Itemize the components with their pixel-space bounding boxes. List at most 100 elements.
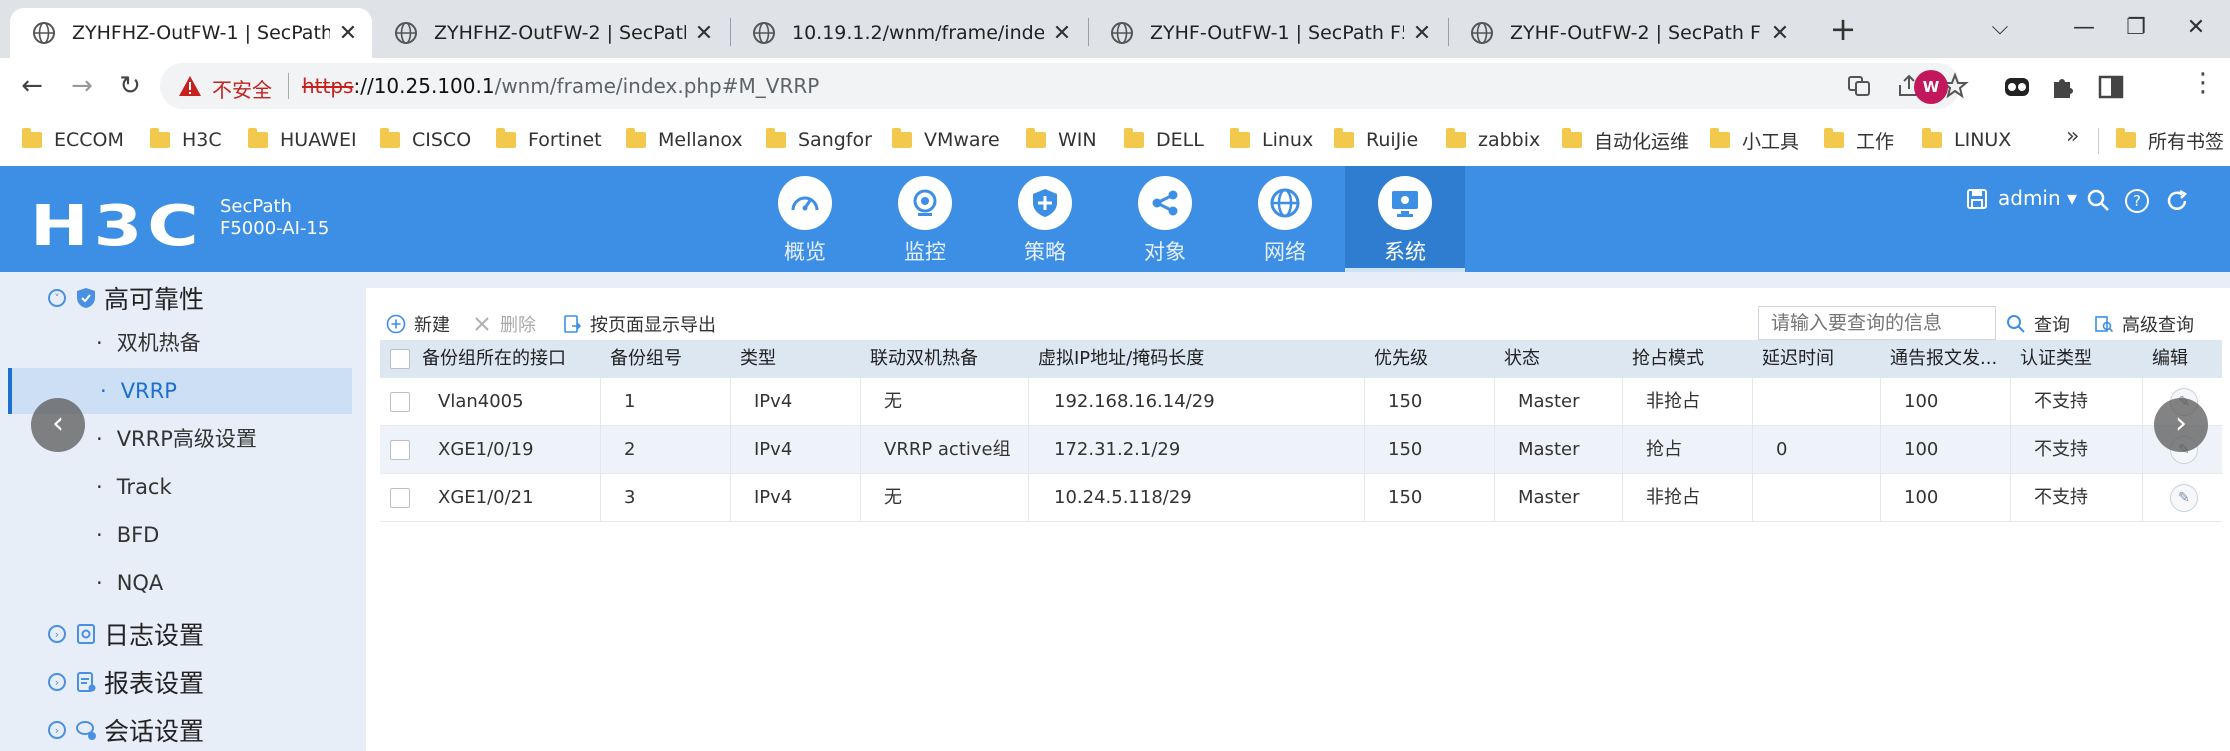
col-header-ha-link[interactable]: 联动双机热备 (870, 340, 978, 378)
search-button[interactable]: 查询 (2006, 310, 2070, 338)
nav-system[interactable]: 系统 (1345, 166, 1465, 272)
save-icon[interactable] (1966, 188, 1988, 210)
bookmark-folder[interactable]: Mellanox (626, 126, 743, 154)
scroll-left-arrow[interactable]: ‹ (31, 398, 85, 452)
browser-menu-icon[interactable]: ⋮ (2190, 68, 2216, 98)
col-header-advert-interval[interactable]: 通告报文发... (1890, 340, 2010, 378)
col-header-delay[interactable]: 延迟时间 (1762, 340, 1834, 378)
bookmark-folder[interactable]: 自动化运维 (1562, 126, 1689, 154)
col-header-preempt-mode[interactable]: 抢占模式 (1632, 340, 1704, 378)
bookmark-folder[interactable]: Fortinet (496, 126, 602, 154)
close-tab-icon[interactable]: ✕ (1412, 21, 1432, 46)
search-input[interactable] (1758, 306, 1996, 340)
sidebar-item-nqa[interactable]: · NQA (8, 560, 352, 606)
row-checkbox[interactable] (390, 488, 410, 508)
new-button[interactable]: 新建 (386, 310, 450, 338)
sidebar-item-track[interactable]: · Track (8, 464, 352, 510)
bookmark-folder[interactable]: 工作 (1824, 126, 1894, 154)
bookmark-folder[interactable]: LINUX (1922, 126, 2011, 154)
address-bar[interactable]: 不安全 https://10.25.100.1/wnm/frame/index.… (160, 63, 1969, 109)
col-header-virtual-ip[interactable]: 虚拟IP地址/掩码长度 (1038, 340, 1204, 378)
table-row[interactable]: Vlan4005 1 IPv4 无 192.168.16.14/29 150 M… (380, 378, 2222, 426)
nav-policy[interactable]: 策略 (985, 166, 1105, 272)
user-menu[interactable]: admin ▾ (1998, 186, 2077, 210)
expand-icon[interactable]: › (48, 673, 66, 691)
folder-icon (150, 128, 170, 148)
forward-button[interactable]: → (64, 68, 100, 104)
sidebar-group-log-settings[interactable]: › 日志设置 (48, 614, 204, 654)
row-checkbox[interactable] (390, 440, 410, 460)
expand-icon[interactable]: › (48, 625, 66, 643)
reload-button[interactable]: ↻ (112, 68, 148, 104)
refresh-icon[interactable] (2164, 188, 2190, 214)
bookmark-folder[interactable]: ECCOM (22, 126, 124, 154)
bookmark-folder[interactable]: Sangfor (766, 126, 872, 154)
nav-overview[interactable]: 概览 (745, 166, 865, 272)
translate-icon[interactable] (1844, 71, 1874, 101)
close-tab-icon[interactable]: ✕ (694, 21, 714, 46)
nav-network[interactable]: 网络 (1225, 166, 1345, 272)
expand-icon[interactable]: › (48, 721, 66, 739)
extension-icon[interactable] (2002, 72, 2032, 102)
bookmark-folder[interactable]: 小工具 (1710, 126, 1799, 154)
tab-search-icon[interactable]: ⌵ (1980, 10, 2020, 46)
sidebar-group-session-settings[interactable]: › 会话设置 (48, 710, 204, 750)
scroll-right-arrow[interactable]: › (2154, 398, 2208, 452)
export-button[interactable]: 按页面显示导出 (562, 310, 716, 338)
col-header-group-id[interactable]: 备份组号 (610, 340, 682, 378)
col-header-priority[interactable]: 优先级 (1374, 340, 1428, 378)
search-icon[interactable] (2086, 188, 2110, 212)
browser-tab-3[interactable]: 10.19.1.2/wnm/frame/index.p ✕ (730, 8, 1086, 58)
bookmark-folder[interactable]: HUAWEI (248, 126, 357, 154)
close-tab-icon[interactable]: ✕ (1770, 21, 1790, 46)
sidebar-group-report-settings[interactable]: › 报表设置 (48, 662, 204, 702)
bookmark-folder[interactable]: Linux (1230, 126, 1313, 154)
help-icon[interactable]: ? (2124, 188, 2150, 214)
edit-icon[interactable]: ✎ (2170, 484, 2198, 512)
restore-button[interactable]: ❐ (2116, 10, 2156, 46)
sidebar-item-bfd[interactable]: · BFD (8, 512, 352, 558)
bookmark-folder[interactable]: RuiJie (1334, 126, 1418, 154)
nav-monitor[interactable]: 监控 (865, 166, 985, 272)
col-header-type[interactable]: 类型 (740, 340, 776, 378)
select-all-checkbox[interactable] (390, 349, 410, 369)
sidebar-group-high-availability[interactable]: ˅ 高可靠性 (48, 278, 204, 318)
globe-network-icon (1270, 188, 1300, 218)
row-checkbox[interactable] (390, 392, 410, 412)
browser-tab-1[interactable]: ZYHFHZ-OutFW-1 | SecPath F ✕ (10, 8, 372, 58)
close-window-button[interactable]: ✕ (2176, 10, 2216, 46)
close-tab-icon[interactable]: ✕ (1052, 21, 1072, 46)
profile-avatar[interactable]: W (1914, 70, 1948, 104)
bookmark-folder[interactable]: zabbix (1446, 126, 1540, 154)
table-row[interactable]: XGE1/0/21 3 IPv4 无 10.24.5.118/29 150 Ma… (380, 474, 2222, 522)
col-header-interface[interactable]: 备份组所在的接口 (422, 340, 566, 378)
new-tab-button[interactable]: + (1825, 12, 1861, 48)
close-tab-icon[interactable]: ✕ (338, 21, 358, 46)
back-button[interactable]: ← (14, 68, 50, 104)
delete-button[interactable]: 删除 (472, 310, 536, 338)
url-text[interactable]: https://10.25.100.1/wnm/frame/index.php#… (302, 74, 819, 98)
bookmark-folder[interactable]: DELL (1124, 126, 1204, 154)
sidebar-item-dual-hot-standby[interactable]: · 双机热备 (8, 320, 352, 366)
puzzle-extensions-icon[interactable] (2048, 72, 2078, 102)
advanced-search-button[interactable]: 高级查询 (2094, 310, 2194, 338)
not-secure-label[interactable]: 不安全 (212, 74, 272, 103)
browser-tab-5[interactable]: ZYHF-OutFW-2 | SecPath F50 ✕ (1448, 8, 1804, 58)
bookmark-folder[interactable]: CISCO (380, 126, 471, 154)
folder-icon (1922, 128, 1942, 148)
url-path: /wnm/frame/index.php#M_VRRP (494, 74, 820, 98)
bookmark-folder[interactable]: VMware (892, 126, 1000, 154)
nav-object[interactable]: 对象 (1105, 166, 1225, 272)
bookmark-folder[interactable]: WIN (1026, 126, 1097, 154)
all-bookmarks-folder[interactable]: 所有书签 (2116, 126, 2224, 154)
more-bookmarks-icon[interactable]: » (2066, 124, 2079, 149)
col-header-state[interactable]: 状态 (1504, 340, 1540, 378)
col-header-auth-type[interactable]: 认证类型 (2020, 340, 2092, 378)
table-row[interactable]: XGE1/0/19 2 IPv4 VRRP active组 172.31.2.1… (380, 426, 2222, 474)
side-panel-icon[interactable] (2096, 72, 2126, 102)
minimize-button[interactable]: — (2064, 10, 2104, 46)
browser-tab-4[interactable]: ZYHF-OutFW-1 | SecPath F50 ✕ (1088, 8, 1446, 58)
collapse-icon[interactable]: ˅ (48, 289, 66, 307)
bookmark-folder[interactable]: H3C (150, 126, 222, 154)
browser-tab-2[interactable]: ZYHFHZ-OutFW-2 | SecPath F ✕ (372, 8, 728, 58)
